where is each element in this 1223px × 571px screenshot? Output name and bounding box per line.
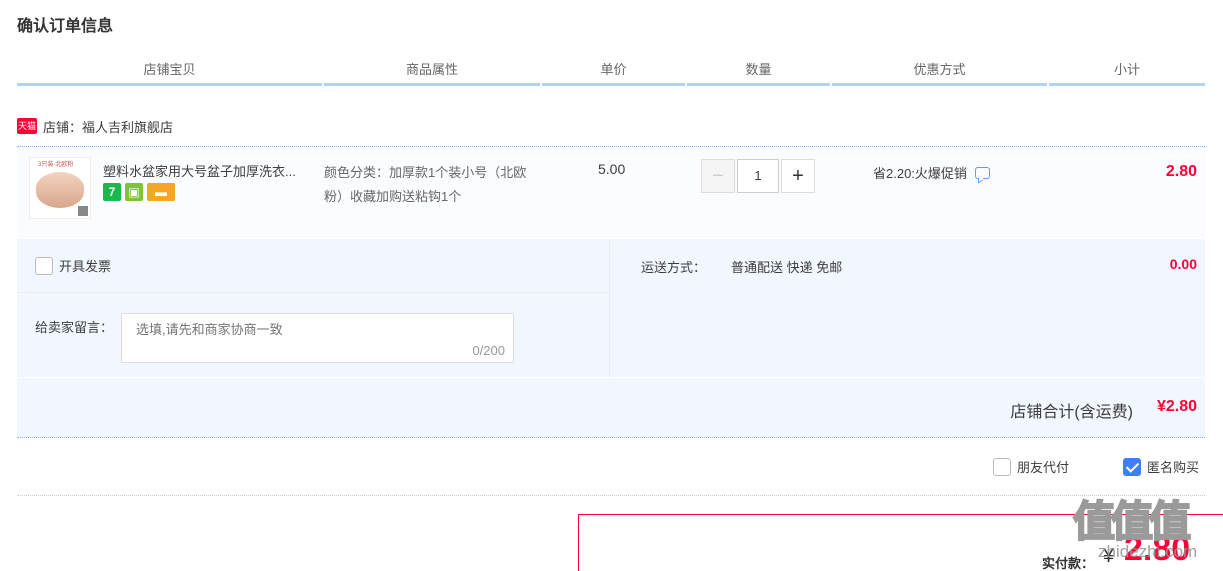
page-title: 确认订单信息 (17, 18, 114, 35)
image-corner-icon (78, 206, 88, 216)
item-subtotal: 2.80 (1165, 163, 1197, 180)
product-thumbnail[interactable]: 3只装·北欧粉 (29, 157, 91, 219)
promotion-info: 省2.20:火爆促销 (873, 163, 990, 182)
friend-pay-option[interactable]: 朋友代付 (993, 457, 1069, 476)
shop-total-row: 店铺合计(含运费) ¥2.80 (17, 378, 1205, 438)
decrease-quantity-button[interactable]: − (701, 159, 735, 193)
promotion-detail-icon[interactable] (974, 166, 990, 179)
shop-info: 天猫 店铺：福人吉利旗舰店 (17, 114, 173, 138)
order-item-row: 3只装·北欧粉 塑料水盆家用大号盆子加厚洗衣... 7 ▣ ▬ 颜色分类：加厚款… (17, 146, 1205, 238)
friend-pay-label: 朋友代付 (1017, 460, 1070, 475)
seven-day-return-icon[interactable]: 7 (103, 183, 121, 201)
increase-quantity-button[interactable]: + (781, 159, 815, 193)
options-left: 开具发票 给卖家留言： 0/200 (17, 239, 610, 377)
unit-price: 5.00 (598, 161, 626, 177)
column-header-shop-item: 店铺宝贝 (17, 56, 322, 86)
invoice-label: 开具发票 (59, 259, 112, 274)
anonymous-buy-label: 匿名购买 (1147, 460, 1200, 475)
order-options-panel: 开具发票 给卖家留言： 0/200 运送方式： 普通配送 快递 免邮 0.00 (17, 239, 1205, 377)
invoice-option[interactable]: 开具发票 (17, 239, 610, 293)
divider (17, 495, 1205, 496)
product-attributes: 颜色分类：加厚款1个装小号（北欧粉）收藏加购送粘钩1个 (324, 165, 527, 204)
promotion-text: 省2.20:火爆促销 (873, 166, 967, 181)
site-watermark-url: zhidezhi.com (1098, 542, 1198, 561)
shop-total-value: ¥2.80 (1156, 398, 1197, 415)
shop-total-label: 店铺合计(含运费) (1010, 404, 1133, 421)
anonymous-buy-checkbox[interactable] (1123, 457, 1141, 476)
basin-image (36, 172, 84, 208)
shipping-label: 运送方式： (641, 260, 707, 275)
friend-pay-checkbox[interactable] (993, 457, 1011, 476)
quantity-stepper: − 1 + (701, 159, 815, 193)
product-title-link[interactable]: 塑料水盆家用大号盆子加厚洗衣... (103, 161, 317, 180)
tmall-icon: 天猫 (17, 118, 37, 134)
invoice-checkbox[interactable] (35, 256, 53, 275)
column-header-quantity: 数量 (687, 56, 830, 86)
column-header-unit-price: 单价 (542, 56, 685, 86)
service-badges: 7 ▣ ▬ (103, 183, 175, 201)
thumbnail-caption: 3只装·北欧粉 (38, 162, 74, 168)
guarantee-shield-icon[interactable]: ▣ (125, 183, 143, 201)
shop-name-link[interactable]: 店铺：福人吉利旗舰店 (43, 117, 173, 136)
site-watermark: 值值值 (1072, 497, 1192, 546)
shipping-fee: 0.00 (1169, 256, 1197, 272)
column-header-subtotal: 小计 (1049, 56, 1205, 86)
anonymous-buy-option[interactable]: 匿名购买 (1123, 457, 1199, 476)
column-header-attributes: 商品属性 (324, 56, 540, 86)
credit-card-icon[interactable]: ▬ (147, 183, 175, 201)
column-header-discount: 优惠方式 (832, 56, 1047, 86)
shipping-method: 普通配送 快递 免邮 (731, 260, 843, 275)
quantity-input[interactable]: 1 (737, 159, 779, 193)
message-char-count: 0/200 (472, 343, 505, 358)
message-input[interactable] (136, 322, 496, 337)
payment-label: 实付款： (1042, 556, 1095, 571)
message-box[interactable]: 0/200 (121, 313, 514, 363)
message-label: 给卖家留言： (35, 320, 114, 335)
table-header: 店铺宝贝 商品属性 单价 数量 优惠方式 小计 (17, 56, 1205, 86)
